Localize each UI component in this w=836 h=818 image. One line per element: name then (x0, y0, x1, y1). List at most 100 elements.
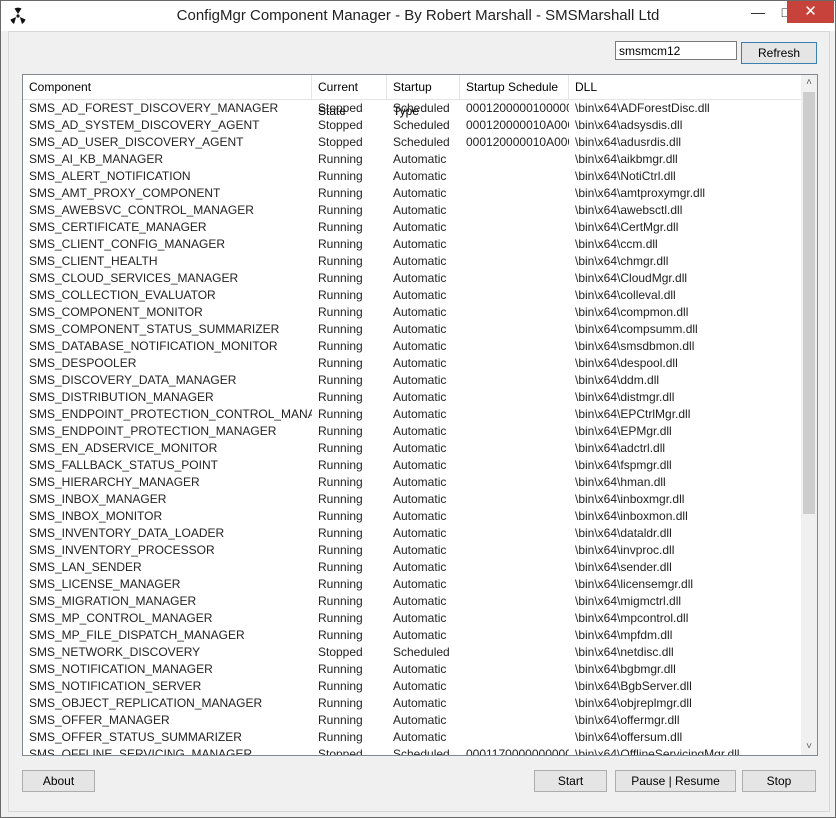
startup-type-cell: Scheduled (393, 645, 450, 659)
table-row[interactable]: SMS_MP_FILE_DISPATCH_MANAGER Running Autom… (23, 627, 801, 644)
dll-cell: \bin\x64\ccm.dll (575, 237, 658, 251)
table-row[interactable]: SMS_INBOX_MONITOR Running Automatic \bin\x6… (23, 508, 801, 525)
table-row[interactable]: SMS_DATABASE_NOTIFICATION_MONITOR Running… (23, 338, 801, 355)
startup-type-cell: Automatic (393, 220, 447, 234)
state-cell: Running (318, 526, 363, 540)
startup-type-cell: Automatic (393, 696, 447, 710)
table-row[interactable]: SMS_AD_SYSTEM_DISCOVERY_AGENT Stopped Sche… (23, 117, 801, 134)
main-panel: Refresh Component Current State Startup … (8, 31, 830, 812)
state-cell: Running (318, 492, 363, 506)
table-row[interactable]: SMS_LAN_SENDER Running Automatic \bin\x64\s… (23, 559, 801, 576)
table-row[interactable]: SMS_CERTIFICATE_MANAGER Running Automatic \… (23, 219, 801, 236)
startup-type-cell: Automatic (393, 424, 447, 438)
column-header-dll[interactable]: DLL (569, 75, 801, 99)
startup-type-cell: Automatic (393, 509, 447, 523)
table-row[interactable]: SMS_DISCOVERY_DATA_MANAGER Running Automat… (23, 372, 801, 389)
table-row[interactable]: SMS_CLOUD_SERVICES_MANAGER Running Automat… (23, 270, 801, 287)
table-row[interactable]: SMS_OBJECT_REPLICATION_MANAGER Running Aut… (23, 695, 801, 712)
table-row[interactable]: SMS_EN_ADSERVICE_MONITOR Running Automatic… (23, 440, 801, 457)
table-row[interactable]: SMS_AMT_PROXY_COMPONENT Running Automatic \… (23, 185, 801, 202)
dll-cell: \bin\x64\sender.dll (575, 560, 672, 574)
dll-cell: \bin\x64\BgbServer.dll (575, 679, 692, 693)
table-row[interactable]: SMS_AD_USER_DISCOVERY_AGENT Stopped Schedu… (23, 134, 801, 151)
table-row[interactable]: SMS_DESPOOLER Running Automatic \bin\x64\de… (23, 355, 801, 372)
component-cell: SMS_AMT_PROXY_COMPONENT (29, 186, 221, 200)
table-row[interactable]: SMS_NOTIFICATION_MANAGER Running Automatic… (23, 661, 801, 678)
startup-type-cell: Automatic (393, 730, 447, 744)
component-cell: SMS_CLOUD_SERVICES_MANAGER (29, 271, 239, 285)
table-row[interactable]: SMS_FALLBACK_STATUS_POINT Running Automati… (23, 457, 801, 474)
component-cell: SMS_COMPONENT_STATUS_SUMMARIZER (29, 322, 280, 336)
component-cell: SMS_INBOX_MANAGER (29, 492, 167, 506)
table-row[interactable]: SMS_NETWORK_DISCOVERY Stopped Scheduled \bi… (23, 644, 801, 661)
server-input[interactable] (615, 41, 737, 60)
startup-type-cell: Automatic (393, 169, 447, 183)
close-button[interactable]: ✕ (787, 1, 834, 23)
column-header-current-state[interactable]: Current State (312, 75, 387, 118)
startup-type-cell: Automatic (393, 713, 447, 727)
start-button[interactable]: Start (534, 770, 607, 792)
vertical-scrollbar[interactable]: ˄ ˅ (801, 75, 817, 755)
table-row[interactable]: SMS_AWEBSVC_CONTROL_MANAGER Running Automa… (23, 202, 801, 219)
column-header-startup-type[interactable]: Startup Type (387, 75, 460, 118)
component-cell: SMS_ENDPOINT_PROTECTION_CONTROL_MANAGER (29, 407, 312, 421)
table-row[interactable]: SMS_MP_CONTROL_MANAGER Running Automatic \b… (23, 610, 801, 627)
table-row[interactable]: SMS_INBOX_MANAGER Running Automatic \bin\x6… (23, 491, 801, 508)
refresh-button[interactable]: Refresh (741, 42, 817, 64)
state-cell: Stopped (318, 747, 363, 756)
table-row[interactable]: SMS_ENDPOINT_PROTECTION_CONTROL_MANAGER R… (23, 406, 801, 423)
table-row[interactable]: SMS_COMPONENT_STATUS_SUMMARIZER Running Au… (23, 321, 801, 338)
table-row[interactable]: SMS_ALERT_NOTIFICATION Running Automatic \b… (23, 168, 801, 185)
table-row[interactable]: SMS_MIGRATION_MANAGER Running Automatic \bi… (23, 593, 801, 610)
state-cell: Stopped (318, 101, 363, 115)
state-cell: Running (318, 237, 363, 251)
component-cell: SMS_OBJECT_REPLICATION_MANAGER (29, 696, 263, 710)
table-row[interactable]: SMS_OFFER_MANAGER Running Automatic \bin\x6… (23, 712, 801, 729)
dll-cell: \bin\x64\hman.dll (575, 475, 666, 489)
startup-type-cell: Automatic (393, 679, 447, 693)
dll-cell: \bin\x64\invproc.dll (575, 543, 675, 557)
scroll-thumb[interactable] (803, 92, 815, 514)
table-row[interactable]: SMS_AD_FOREST_DISCOVERY_MANAGER Stopped Sc… (23, 100, 801, 117)
table-row[interactable]: SMS_OFFER_STATUS_SUMMARIZER Running Automa… (23, 729, 801, 746)
component-list[interactable]: Component Current State Startup Type Sta… (22, 74, 818, 756)
scroll-up-arrow[interactable]: ˄ (801, 75, 817, 91)
component-cell: SMS_NETWORK_DISCOVERY (29, 645, 201, 659)
component-cell: SMS_MP_CONTROL_MANAGER (29, 611, 213, 625)
state-cell: Running (318, 594, 363, 608)
table-row[interactable]: SMS_HIERARCHY_MANAGER Running Automatic \bi… (23, 474, 801, 491)
startup-type-cell: Automatic (393, 475, 447, 489)
table-row[interactable]: SMS_INVENTORY_PROCESSOR Running Automatic \… (23, 542, 801, 559)
table-row[interactable]: SMS_INVENTORY_DATA_LOADER Running Automati… (23, 525, 801, 542)
startup-type-cell: Automatic (393, 407, 447, 421)
dll-cell: \bin\x64\colleval.dll (575, 288, 676, 302)
table-row[interactable]: SMS_CLIENT_HEALTH Running Automatic \bin\x6… (23, 253, 801, 270)
state-cell: Running (318, 458, 363, 472)
table-row[interactable]: SMS_OFFLINE_SERVICING_MANAGER Stopped Sche… (23, 746, 801, 756)
table-row[interactable]: SMS_DISTRIBUTION_MANAGER Running Automatic… (23, 389, 801, 406)
state-cell: Running (318, 679, 363, 693)
schedule-cell: 000120000010A000 (466, 135, 569, 149)
table-row[interactable]: SMS_ENDPOINT_PROTECTION_MANAGER Running Au… (23, 423, 801, 440)
list-rows: SMS_AD_FOREST_DISCOVERY_MANAGER Stopped Sc… (23, 100, 801, 756)
component-cell: SMS_AI_KB_MANAGER (29, 152, 164, 166)
state-cell: Running (318, 509, 363, 523)
about-button[interactable]: About (22, 770, 95, 792)
table-row[interactable]: SMS_CLIENT_CONFIG_MANAGER Running Automati… (23, 236, 801, 253)
stop-button[interactable]: Stop (742, 770, 816, 792)
table-row[interactable]: SMS_COMPONENT_MONITOR Running Automatic \bi… (23, 304, 801, 321)
column-header-startup-schedule[interactable]: Startup Schedule (460, 75, 569, 99)
table-row[interactable]: SMS_NOTIFICATION_SERVER Running Automatic \… (23, 678, 801, 695)
table-row[interactable]: SMS_AI_KB_MANAGER Running Automatic \bin\x6… (23, 151, 801, 168)
column-header-component[interactable]: Component (23, 75, 312, 99)
state-cell: Running (318, 475, 363, 489)
pause-resume-button[interactable]: Pause | Resume (615, 770, 736, 792)
component-cell: SMS_CLIENT_HEALTH (29, 254, 158, 268)
scroll-down-arrow[interactable]: ˅ (801, 739, 817, 755)
component-cell: SMS_ENDPOINT_PROTECTION_MANAGER (29, 424, 277, 438)
state-cell: Running (318, 254, 363, 268)
startup-type-cell: Automatic (393, 288, 447, 302)
minimize-button[interactable]: — (743, 1, 773, 23)
table-row[interactable]: SMS_LICENSE_MANAGER Running Automatic \bin\… (23, 576, 801, 593)
table-row[interactable]: SMS_COLLECTION_EVALUATOR Running Automatic… (23, 287, 801, 304)
